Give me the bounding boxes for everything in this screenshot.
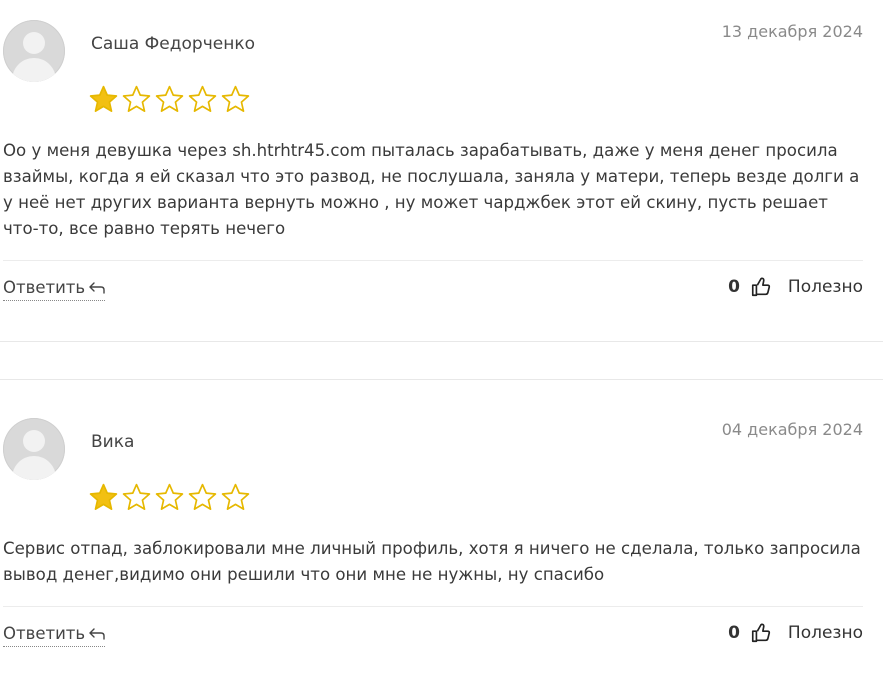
star-filled-icon xyxy=(89,483,118,510)
star-filled-icon xyxy=(89,85,118,112)
reply-button[interactable]: Ответить xyxy=(3,278,106,301)
star-empty-icon xyxy=(188,85,217,112)
useful-count: 0 xyxy=(728,277,740,297)
divider xyxy=(3,260,863,261)
section-separator xyxy=(0,341,883,342)
useful-count: 0 xyxy=(728,623,740,643)
star-empty-icon xyxy=(122,483,151,510)
star-empty-icon xyxy=(155,85,184,112)
reply-label: Ответить xyxy=(3,278,86,297)
default-avatar-icon xyxy=(3,418,65,480)
star-empty-icon xyxy=(221,85,250,112)
review-date: 13 декабря 2024 xyxy=(721,22,863,41)
useful-block: 0 Полезно xyxy=(728,622,863,644)
review-text: Оо у меня девушка через sh.htrhtr45.com … xyxy=(3,141,860,238)
star-empty-icon xyxy=(122,85,151,112)
reply-arrow-icon xyxy=(89,627,105,640)
reply-button[interactable]: Ответить xyxy=(3,624,106,647)
star-empty-icon xyxy=(188,483,217,510)
useful-block: 0 Полезно xyxy=(728,276,863,298)
rating-stars xyxy=(88,482,251,513)
section-separator xyxy=(0,379,883,380)
star-empty-icon xyxy=(221,483,250,510)
default-avatar-icon xyxy=(3,20,65,82)
thumbs-up-icon[interactable] xyxy=(750,622,772,644)
star-empty-icon xyxy=(155,483,184,510)
review-text: Сервис отпад, заблокировали мне личный п… xyxy=(3,539,861,584)
reply-label: Ответить xyxy=(3,624,86,643)
review-author: Саша Федорченко xyxy=(91,34,255,54)
review-date: 04 декабря 2024 xyxy=(721,420,863,439)
thumbs-up-icon[interactable] xyxy=(750,276,772,298)
useful-label: Полезно xyxy=(787,277,863,297)
useful-label: Полезно xyxy=(787,623,863,643)
rating-stars xyxy=(88,84,251,115)
divider xyxy=(3,606,863,607)
reply-arrow-icon xyxy=(89,281,105,294)
review-author: Вика xyxy=(91,432,135,452)
